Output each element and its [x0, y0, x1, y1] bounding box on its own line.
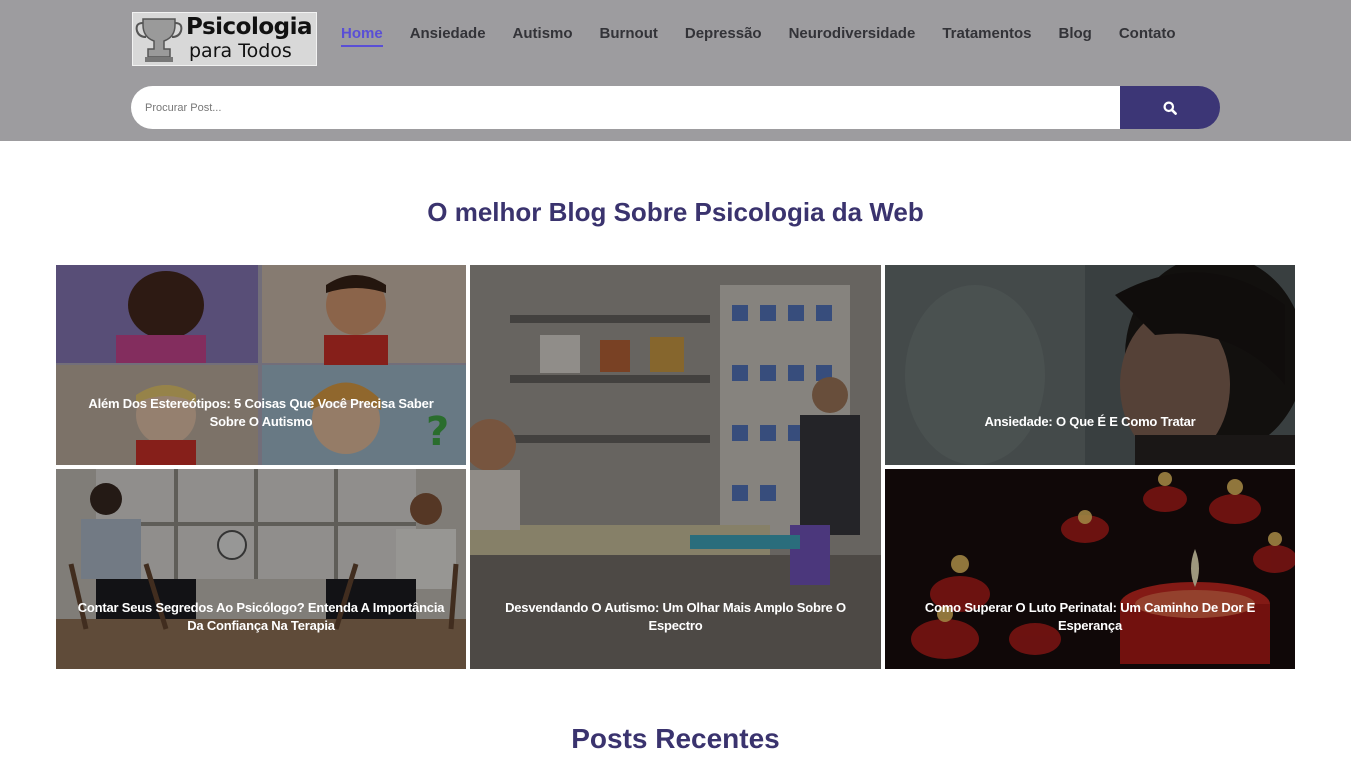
logo-text-line2: para Todos: [189, 40, 292, 62]
post-title[interactable]: Contar Seus Segredos Ao Psicólogo? Enten…: [76, 599, 446, 635]
post-card[interactable]: Como Superar O Luto Perinatal: Um Caminh…: [885, 469, 1295, 669]
search-input[interactable]: [131, 86, 1120, 129]
main-nav: Home Ansiedade Autismo Burnout Depressão…: [341, 24, 1176, 47]
site-header: Psicologia para Todos Home Ansiedade Aut…: [0, 0, 1351, 141]
nav-item-ansiedade[interactable]: Ansiedade: [410, 24, 486, 45]
post-title[interactable]: Ansiedade: O Que É E Como Tratar: [905, 413, 1275, 431]
image-overlay: [56, 469, 466, 669]
post-title[interactable]: Como Superar O Luto Perinatal: Um Caminh…: [905, 599, 1275, 635]
search-bar: [131, 86, 1220, 129]
nav-item-neurodiversidade[interactable]: Neurodiversidade: [789, 24, 916, 45]
nav-item-blog[interactable]: Blog: [1059, 24, 1092, 45]
image-overlay: [885, 265, 1295, 465]
recent-posts-title: Posts Recentes: [571, 723, 780, 754]
post-card[interactable]: Desvendando O Autismo: Um Olhar Mais Amp…: [470, 265, 881, 669]
nav-item-autismo[interactable]: Autismo: [513, 24, 573, 45]
nav-item-tratamentos[interactable]: Tratamentos: [942, 24, 1031, 45]
post-card[interactable]: Contar Seus Segredos Ao Psicólogo? Enten…: [56, 469, 466, 669]
post-card[interactable]: ? Além Dos Estereótipos: 5 Coisas Que Vo…: [56, 265, 466, 465]
logo-text-line1: Psicologia: [186, 14, 313, 40]
post-title[interactable]: Além Dos Estereótipos: 5 Coisas Que Você…: [76, 395, 446, 431]
nav-item-burnout[interactable]: Burnout: [600, 24, 658, 45]
page-title: O melhor Blog Sobre Psicologia da Web: [427, 197, 924, 227]
site-logo[interactable]: Psicologia para Todos: [132, 12, 317, 66]
image-overlay: [56, 265, 466, 465]
post-title[interactable]: Desvendando O Autismo: Um Olhar Mais Amp…: [490, 599, 861, 635]
nav-item-home[interactable]: Home: [341, 24, 383, 47]
search-button[interactable]: [1120, 86, 1220, 129]
nav-item-depressao[interactable]: Depressão: [685, 24, 762, 45]
search-icon: [1163, 101, 1177, 115]
image-overlay: [885, 469, 1295, 669]
trophy-icon: [135, 18, 183, 62]
post-card[interactable]: Ansiedade: O Que É E Como Tratar: [885, 265, 1295, 465]
nav-item-contato[interactable]: Contato: [1119, 24, 1176, 45]
